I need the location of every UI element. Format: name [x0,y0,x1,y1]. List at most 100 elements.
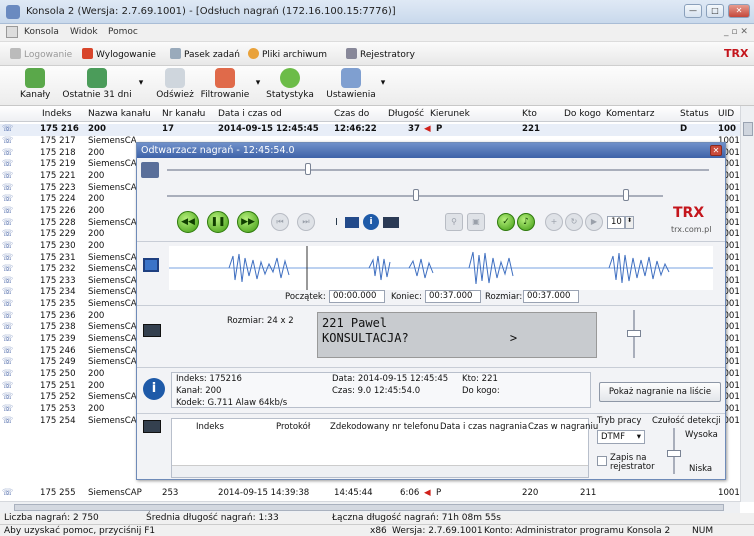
zoom-icon[interactable]: ⚲ [445,213,463,231]
last31-dropdown-icon[interactable]: ▾ [138,78,144,88]
dtmf-col-indeks[interactable]: Indeks [196,422,224,432]
size-field[interactable]: 00:37.000 [523,290,579,303]
cell-nazwa: 200 [88,369,105,379]
waveform-canvas[interactable] [169,246,713,290]
end-field[interactable]: 00:37.000 [425,290,481,303]
cell-indeks: 175 217 [40,136,76,146]
recorders-button[interactable]: Rejestratory [346,48,415,60]
cell-uid: 100 [718,124,736,134]
channels-label: Kanały [20,90,51,100]
show-on-list-button[interactable]: Pokaż nagranie na liście [599,382,721,402]
zoom-knob-right[interactable] [623,189,629,201]
dtmf-table: Indeks Protokół Zdekodowany nr telefonu … [171,418,598,478]
last31-button[interactable]: Ostatnie 31 dni [58,68,136,100]
dtmf-col-data[interactable]: Data i czas nagrania [440,422,527,432]
col-data-od[interactable]: Data i czas od [218,109,282,119]
zoom-knob[interactable] [413,189,419,201]
table-row[interactable]: ☏ 175 255 SiemensCAP 253 2014-09-15 14:3… [0,488,740,500]
taskbar-button[interactable]: Pasek zadań [170,48,240,60]
dtmf-hscroll[interactable] [172,465,588,477]
toolbar-top: Logowanie Wylogowanie Pasek zadań Pliki … [0,42,754,66]
trx-brand-text: trx.com.pl [671,225,712,234]
save-icon[interactable]: ▣ [467,213,485,231]
archive-button[interactable]: Pliki archiwum [248,48,327,60]
cell-nazwa: 200 [88,229,105,240]
col-nr[interactable]: Nr kanału [162,109,205,119]
cell-indeks: 175 230 [40,240,76,251]
dtmf-section: Indeks Protokół Zdekodowany nr telefonu … [137,413,725,479]
settings-dropdown-icon[interactable]: ▾ [380,78,386,88]
waveform-section: Początek: 00:00.000 Koniec: 00:37.000 Ro… [137,241,725,303]
record-checkbox[interactable] [597,456,607,466]
volume-spin[interactable]: ⬍ [625,216,634,229]
cell-indeks: 175 251 [40,380,76,391]
settings-button[interactable]: Ustawienia [326,68,376,100]
mdi-restore-icon[interactable]: _ ▫ ✕ [724,27,748,37]
display-vslider-knob[interactable] [627,330,641,337]
pause-button[interactable]: ❚❚ [207,211,229,233]
rewind-button[interactable]: ◀◀ [177,211,199,233]
cell-nazwa: SiemensCA [88,159,137,170]
col-dlugosc[interactable]: Długość [388,109,424,119]
volume-icon[interactable]: ♪ [517,213,535,231]
col-kierunek[interactable]: Kierunek [430,109,470,119]
sensitivity-knob[interactable] [667,450,681,457]
check-icon[interactable]: ✓ [497,213,515,231]
vertical-scrollbar[interactable] [740,106,754,502]
mode-select[interactable]: DTMF ▾ [597,430,645,444]
player-close-button[interactable]: ✕ [710,145,722,156]
col-uid[interactable]: UID [718,109,734,119]
channels-button[interactable]: Kanały [20,68,50,100]
stats-button[interactable]: Statystyka [266,68,314,100]
display-size-label: Rozmiar: 24 x 2 [227,316,294,326]
dtmf-col-protokol[interactable]: Protokół [276,422,310,432]
cell-nazwa: SiemensCA [88,264,137,275]
logout-button[interactable]: Wylogowanie [82,48,156,60]
scroll-thumb[interactable] [743,122,753,136]
table-row-selected[interactable]: ☏ 175 216 200 17 2014-09-15 12:45:45 12:… [0,124,740,136]
col-indeks[interactable]: Indeks [42,109,72,119]
menu-konsola[interactable]: Konsola [24,27,59,37]
col-nazwa[interactable]: Nazwa kanału [88,109,151,119]
last31-label: Ostatnie 31 dni [62,90,132,100]
monitor-icon[interactable] [345,217,359,228]
dtmf-col-nr[interactable]: Zdekodowany nr telefonu [330,422,439,432]
cell-indeks: 175 249 [40,357,76,368]
info-kanal: Kanał: 200 [176,386,222,396]
menu-pomoc[interactable]: Pomoc [108,27,138,37]
play-small-icon[interactable]: ▶ [585,213,603,231]
volume-field[interactable]: 10 [607,216,625,229]
trx-logo-icon: TRX [724,47,749,60]
taskbar-icon [170,48,181,59]
info-icon[interactable]: i [363,214,379,230]
col-kto[interactable]: Kto [522,109,537,119]
screen-icon[interactable] [383,217,399,228]
position-knob[interactable] [305,163,311,175]
filter-dropdown-icon[interactable]: ▾ [255,78,261,88]
forward-button[interactable]: ▶▶ [237,211,259,233]
plus-icon[interactable]: + [545,213,563,231]
maximize-button[interactable]: □ [706,4,724,18]
horizontal-scrollbar[interactable] [0,501,740,513]
cell-nazwa: SiemensCA [88,287,137,298]
col-komentarz[interactable]: Komentarz [606,109,654,119]
dtmf-col-czas[interactable]: Czas w nagraniu [528,422,598,432]
menu-widok[interactable]: Widok [70,27,98,37]
close-button[interactable]: ✕ [728,4,750,18]
window-titlebar: Konsola 2 (Wersja: 2.7.69.1001) - [Odsłu… [0,0,754,24]
col-czas-do[interactable]: Czas do [334,109,369,119]
cell-czas-do: 12:46:22 [334,124,377,134]
cursor-icon[interactable]: I [335,217,338,228]
minimize-button[interactable]: — [684,4,702,18]
start-field[interactable]: 00:00.000 [329,290,385,303]
refresh-button[interactable]: Odśwież [154,68,196,100]
col-do-kogo[interactable]: Do kogo [564,109,601,119]
position-slider[interactable] [167,169,709,171]
prev-mark-icon[interactable]: ⏮ [271,213,289,231]
next-mark-icon[interactable]: ⏭ [297,213,315,231]
col-status[interactable]: Status [680,109,709,119]
login-button[interactable]: Logowanie [10,48,72,60]
loop-icon[interactable]: ↻ [565,213,583,231]
hscroll-thumb[interactable] [14,504,724,511]
filter-button[interactable]: Filtrowanie [198,68,252,100]
